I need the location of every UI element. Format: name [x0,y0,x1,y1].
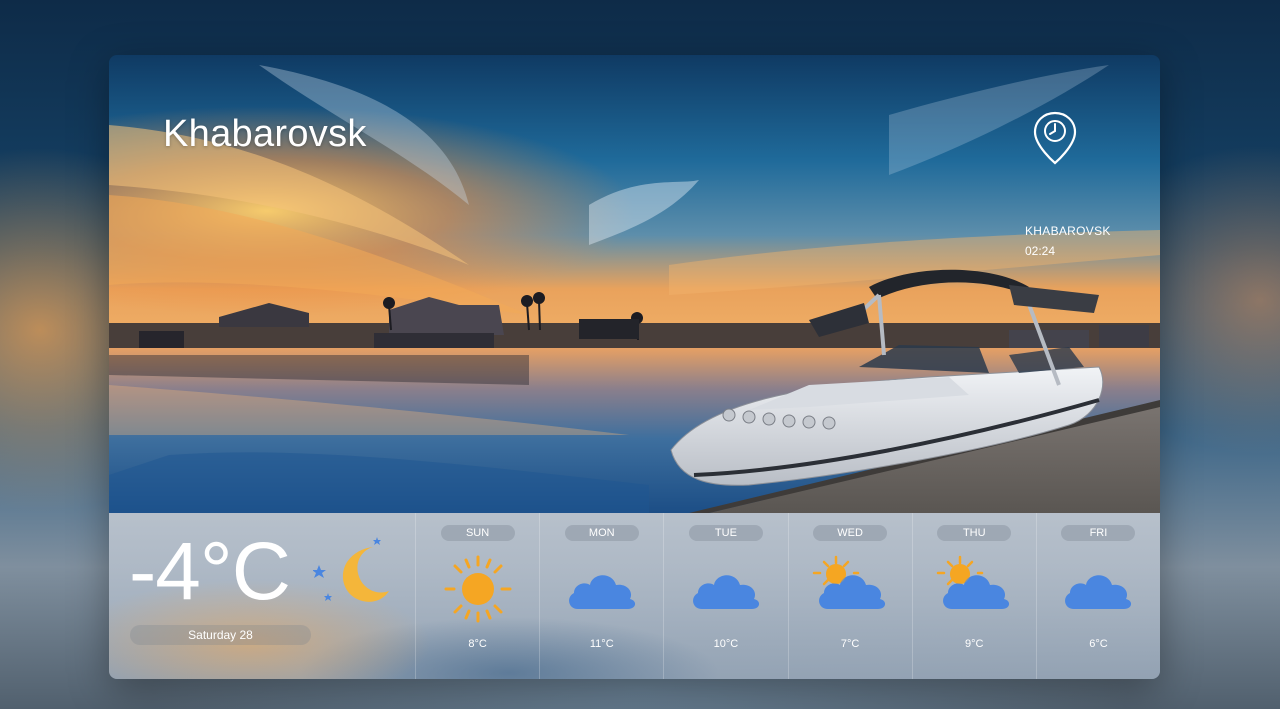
cloud-icon [568,575,635,609]
moon-stars-icon [313,537,389,602]
forecast-day-fri[interactable]: FRI 6°C [1035,513,1160,679]
weather-card: Khabarovsk KHABAROVSK 02:24 -4°C Saturda… [109,55,1160,679]
forecast-day-label: SUN [440,525,515,541]
partly-cloudy-icon [812,555,886,609]
forecast-day-label: WED [813,525,888,541]
forecast-strip: -4°C Saturday 28 SUN 8°C MON 11°C TUE 10… [109,513,1160,679]
forecast-day-label: FRI [1061,525,1136,541]
forecast-day-sun[interactable]: SUN 8°C [415,513,539,679]
forecast-temp: 9°C [965,638,984,650]
cloud-icon [1065,575,1132,609]
cloud-icon [692,575,760,609]
current-temperature: -4°C [129,526,291,617]
forecast-days: SUN 8°C MON 11°C TUE 10°C WED 7°C THU 9°… [415,513,1160,679]
forecast-day-thu[interactable]: THU 9°C [911,513,1036,679]
city-title: Khabarovsk [163,113,367,155]
current-weather: -4°C Saturday 28 [109,513,415,679]
forecast-day-label: MON [564,525,639,541]
current-date: Saturday 28 [130,625,311,645]
forecast-day-tue[interactable]: TUE 10°C [663,513,787,679]
forecast-temp: 10°C [713,638,739,650]
hero-photo: Khabarovsk KHABAROVSK 02:24 [109,55,1160,513]
forecast-day-label: TUE [688,525,763,541]
forecast-day-label: THU [937,525,1012,541]
clock-location: KHABAROVSK [1025,224,1111,238]
forecast-day-mon[interactable]: MON 11°C [539,513,663,679]
forecast-temp: 8°C [468,638,487,650]
clock-pin-icon [1033,111,1077,165]
forecast-temp: 6°C [1089,638,1108,650]
forecast-temp: 11°C [589,638,614,650]
forecast-day-wed[interactable]: WED 7°C [787,513,912,679]
sun-icon [444,555,512,623]
partly-cloudy-icon [937,555,1010,609]
forecast-temp: 7°C [840,638,860,650]
clock-time: 02:24 [1025,244,1056,258]
